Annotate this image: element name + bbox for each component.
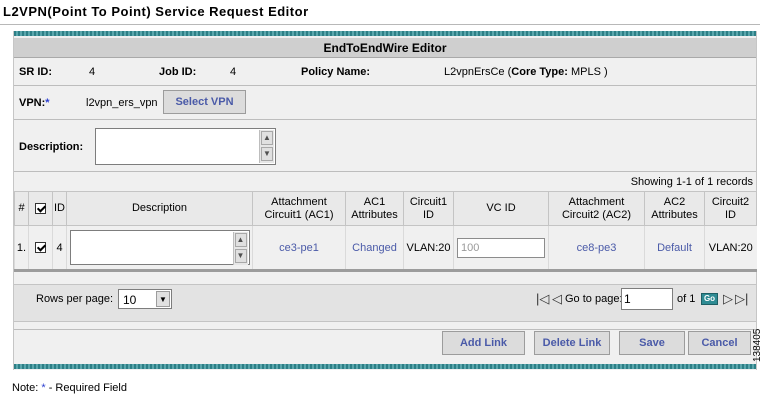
scroll-up-icon[interactable]: ▲: [234, 233, 247, 247]
next-page-icon[interactable]: ▷: [723, 291, 733, 307]
links-table: # ID Description Attachment Circuit1 (AC…: [14, 191, 757, 272]
row-description-textarea[interactable]: ▲ ▼: [69, 230, 250, 265]
sr-id-value: 4: [89, 66, 96, 78]
description-scrollbar[interactable]: ▲ ▼: [259, 130, 274, 163]
row-description-scrollbar[interactable]: ▲ ▼: [232, 232, 248, 265]
row-ac2: ce8-pe3: [548, 225, 645, 272]
header-ac2: Attachment Circuit2 (AC2): [548, 191, 645, 226]
core-type-label: Core Type:: [511, 66, 568, 78]
row-circuit1-id: VLAN:20: [403, 225, 454, 272]
header-vc-id: VC ID: [453, 191, 549, 226]
header-num: #: [14, 191, 29, 226]
row-num: 1.: [14, 225, 29, 272]
page-count: of 1: [677, 293, 696, 305]
scroll-up-icon[interactable]: ▲: [261, 131, 273, 145]
header-description: Description: [66, 191, 253, 226]
goto-page-input[interactable]: 1: [621, 288, 673, 310]
title-divider: [0, 24, 760, 25]
row-circuit2-id: VLAN:20: [704, 225, 757, 272]
previous-page-icon[interactable]: ◁: [552, 291, 562, 307]
policy-name-value: L2vpnErsCe (Core Type: MPLS ): [444, 66, 608, 78]
add-link-button[interactable]: Add Link: [442, 331, 525, 355]
divider: [14, 329, 756, 330]
page-title: L2VPN(Point To Point) Service Request Ed…: [3, 4, 309, 19]
header-ac1-attributes: AC1 Attributes: [345, 191, 404, 226]
divider: [14, 171, 756, 172]
row-checkbox[interactable]: [35, 242, 46, 254]
header-ac1: Attachment Circuit1 (AC1): [252, 191, 346, 226]
vpn-label-text: VPN:: [19, 97, 46, 109]
row-ac2-attributes: Default: [644, 225, 705, 272]
header-circuit1-id: Circuit1 ID: [403, 191, 454, 226]
figure-number: 138405: [752, 328, 763, 362]
records-count: Showing 1-1 of 1 records: [630, 176, 753, 188]
save-button[interactable]: Save: [619, 331, 685, 355]
note-required-mark: *: [41, 382, 46, 394]
required-note: Note: * - Required Field: [12, 382, 127, 394]
note-prefix: Note:: [12, 382, 39, 394]
top-teal-bar: [14, 31, 756, 36]
go-button[interactable]: Go: [701, 293, 718, 305]
vpn-label: VPN:*: [19, 97, 50, 109]
policy-name-label: Policy Name:: [301, 66, 371, 78]
ac1-link[interactable]: ce3-pe1: [279, 242, 319, 254]
editor-panel: EndToEndWire Editor SR ID: 4 Job ID: 4 P…: [13, 31, 757, 370]
vpn-value: l2vpn_ers_vpn: [86, 97, 158, 109]
ac1-attributes-link[interactable]: Changed: [352, 242, 397, 254]
vc-id-input[interactable]: 100: [457, 237, 545, 258]
job-id-label: Job ID:: [159, 66, 197, 78]
table-header-row: # ID Description Attachment Circuit1 (AC…: [14, 191, 757, 226]
header-circuit2-id: Circuit2 ID: [704, 191, 757, 226]
description-label: Description:: [19, 141, 84, 153]
job-id-value: 4: [230, 66, 237, 78]
row-description-cell: ▲ ▼: [66, 225, 253, 272]
goto-page-label: Go to page:: [565, 293, 623, 305]
ac2-attributes-link[interactable]: Default: [657, 242, 692, 254]
policy-name: L2vpnErsCe: [444, 66, 505, 78]
row-id: 4: [52, 225, 67, 272]
select-all-checkbox[interactable]: [35, 202, 46, 214]
sr-id-label: SR ID:: [19, 66, 52, 78]
row-select: [28, 225, 53, 272]
row-ac1: ce3-pe1: [252, 225, 346, 272]
description-textarea[interactable]: ▲ ▼: [95, 128, 276, 165]
select-vpn-button[interactable]: Select VPN: [163, 90, 246, 114]
row-vc-id: 100: [453, 225, 549, 272]
chevron-down-icon: ▼: [156, 291, 170, 307]
editor-title: EndToEndWire Editor: [14, 38, 756, 58]
cancel-button[interactable]: Cancel: [688, 331, 751, 355]
required-mark: *: [45, 97, 50, 109]
table-row: 1. 4 ▲ ▼ ce3-pe1 Changed VLAN:20 100 ce8…: [14, 225, 757, 272]
ac2-link[interactable]: ce8-pe3: [577, 242, 617, 254]
bottom-teal-bar: [14, 364, 756, 369]
rows-per-page-value: 10: [123, 293, 137, 307]
delete-link-button[interactable]: Delete Link: [534, 331, 610, 355]
rows-per-page-label: Rows per page:: [36, 293, 114, 305]
scroll-down-icon[interactable]: ▼: [261, 147, 273, 161]
header-id: ID: [52, 191, 67, 226]
divider: [14, 119, 756, 120]
row-ac1-attributes: Changed: [345, 225, 404, 272]
last-page-icon[interactable]: ▷|: [735, 291, 748, 307]
first-page-icon[interactable]: |◁: [536, 291, 549, 307]
header-ac2-attributes: AC2 Attributes: [644, 191, 705, 226]
header-select-all: [28, 191, 53, 226]
note-text: - Required Field: [48, 382, 127, 394]
divider: [14, 85, 756, 86]
rows-per-page-select[interactable]: 10 ▼: [118, 289, 172, 309]
scroll-down-icon[interactable]: ▼: [234, 249, 247, 263]
core-type-value: MPLS: [570, 66, 601, 78]
